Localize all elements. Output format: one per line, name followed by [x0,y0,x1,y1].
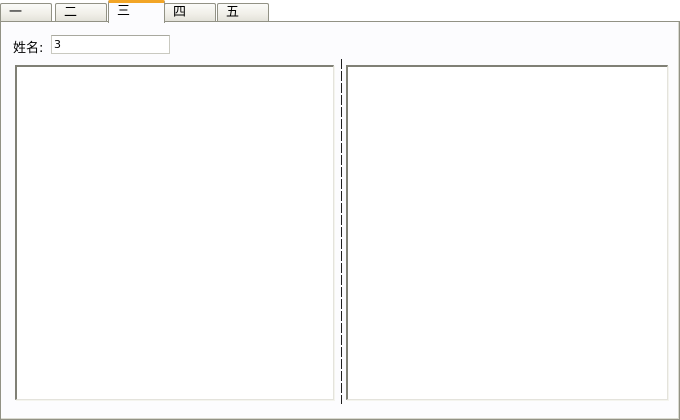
left-list-box[interactable] [15,65,334,400]
right-list-box[interactable] [346,65,668,400]
tab-4[interactable]: 四 [164,3,216,21]
name-label: 姓名: [13,41,44,56]
tab-5[interactable]: 五 [217,3,269,21]
name-input[interactable] [51,35,170,54]
tab-strip: 一 二 五 四 三 [0,0,680,23]
tab-3[interactable]: 三 [108,0,165,23]
tab-2[interactable]: 二 [55,3,107,21]
tab-1[interactable]: 一 [0,3,52,21]
tab-panel: 姓名: [0,21,680,420]
splitter[interactable] [341,59,342,404]
